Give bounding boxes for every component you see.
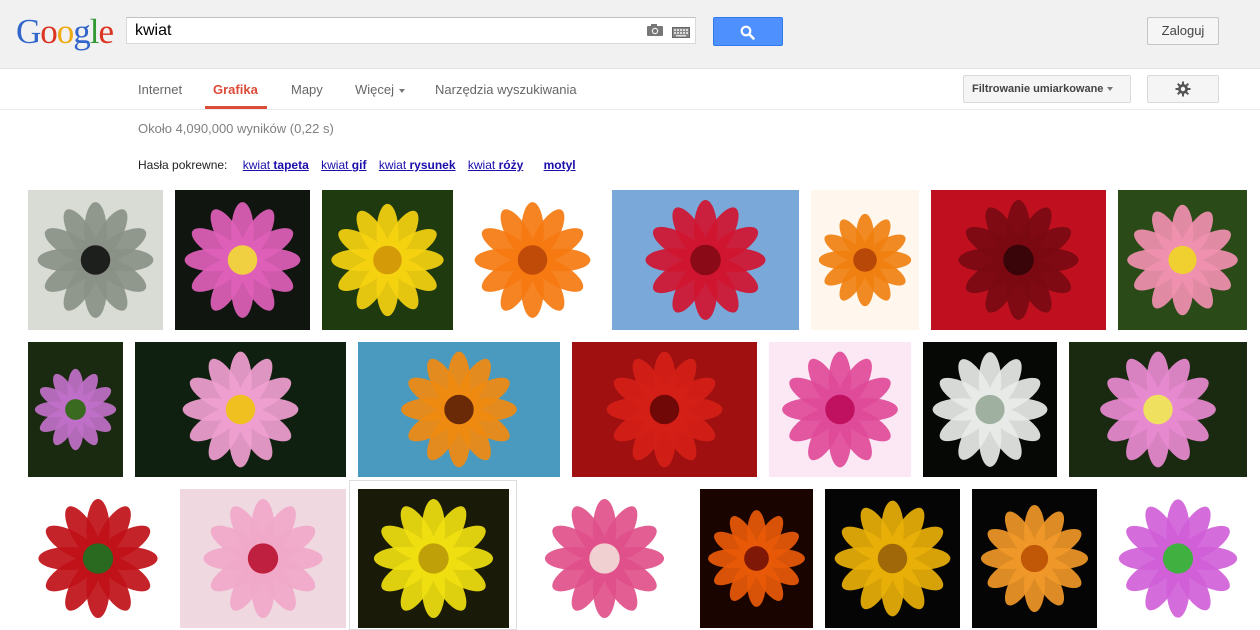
search-input[interactable] bbox=[135, 21, 635, 41]
logo-letter: G bbox=[16, 12, 41, 51]
image-result[interactable] bbox=[700, 489, 813, 628]
image-result[interactable] bbox=[769, 342, 911, 477]
orange-rose-image bbox=[972, 489, 1097, 628]
logo-letter: g bbox=[73, 12, 90, 51]
logo-letter: o bbox=[56, 12, 74, 51]
logo-letter: o bbox=[40, 12, 57, 51]
tab-more[interactable]: Więcej bbox=[355, 82, 406, 97]
image-result[interactable] bbox=[1069, 342, 1247, 477]
search-box[interactable] bbox=[126, 17, 696, 44]
related-link[interactable]: kwiat róży bbox=[468, 158, 523, 172]
active-tab-indicator bbox=[205, 106, 267, 109]
purple-buds-image bbox=[28, 342, 123, 477]
pink-star-flower-image bbox=[769, 342, 911, 477]
keyboard-icon[interactable] bbox=[672, 25, 690, 38]
tab-internet[interactable]: Internet bbox=[138, 82, 182, 97]
fire-gerbera-image bbox=[700, 489, 813, 628]
image-result[interactable] bbox=[28, 190, 163, 330]
image-result[interactable] bbox=[825, 489, 960, 628]
search-button[interactable] bbox=[713, 17, 783, 46]
image-result[interactable] bbox=[521, 489, 688, 628]
safesearch-dropdown[interactable]: Filtrowanie umiarkowane bbox=[963, 75, 1131, 103]
image-result[interactable] bbox=[1109, 489, 1247, 628]
related-searches: Hasła pokrewne: kwiat tapeta kwiat gif k… bbox=[138, 158, 576, 172]
glitter-lotus-image bbox=[1109, 489, 1247, 628]
settings-button[interactable] bbox=[1147, 75, 1219, 103]
image-result[interactable] bbox=[931, 190, 1106, 330]
pink-lily-image bbox=[1069, 342, 1247, 477]
image-result[interactable] bbox=[572, 342, 757, 477]
dark-red-rose-image bbox=[931, 190, 1106, 330]
camera-icon[interactable] bbox=[646, 23, 664, 37]
tab-images[interactable]: Grafika bbox=[213, 82, 258, 97]
search-icon bbox=[740, 25, 755, 40]
yellow-rose-image bbox=[825, 489, 960, 628]
yellow-daisy-image bbox=[322, 190, 453, 330]
logo-letter: e bbox=[98, 12, 115, 51]
tab-maps[interactable]: Mapy bbox=[291, 82, 323, 97]
orange-gerbera-drops-image bbox=[811, 190, 919, 330]
google-logo[interactable]: Google bbox=[16, 12, 115, 52]
chevron-down-icon bbox=[1107, 87, 1114, 92]
related-link[interactable]: kwiat tapeta bbox=[243, 158, 309, 172]
image-result[interactable] bbox=[180, 489, 346, 628]
pink-orchid-image bbox=[521, 489, 688, 628]
image-result[interactable] bbox=[322, 190, 453, 330]
result-stats: Około 4,090,000 wyników (0,22 s) bbox=[138, 121, 334, 136]
gear-icon bbox=[1175, 81, 1191, 97]
related-label: Hasła pokrewne: bbox=[138, 158, 228, 172]
related-link[interactable]: motyl bbox=[544, 158, 576, 172]
image-result[interactable] bbox=[972, 489, 1097, 628]
orange-gerbera-image bbox=[465, 190, 600, 330]
safesearch-label: Filtrowanie umiarkowane bbox=[972, 83, 1104, 95]
image-result[interactable] bbox=[135, 342, 346, 477]
related-link[interactable]: kwiat gif bbox=[321, 158, 366, 172]
chevron-down-icon bbox=[399, 88, 406, 93]
orange-gerbera-macro-image bbox=[358, 342, 560, 477]
image-result[interactable] bbox=[358, 489, 509, 628]
yellow-adonis-image bbox=[358, 489, 509, 628]
pink-hibiscus-image bbox=[180, 489, 346, 628]
image-result[interactable] bbox=[28, 489, 168, 628]
white-lilies-image bbox=[923, 342, 1057, 477]
image-result[interactable] bbox=[811, 190, 919, 330]
image-result[interactable] bbox=[175, 190, 310, 330]
tab-more-label: Więcej bbox=[355, 82, 395, 97]
red-rose-close-image bbox=[572, 342, 757, 477]
related-link[interactable]: kwiat rysunek bbox=[379, 158, 456, 172]
red-rose-image bbox=[612, 190, 799, 330]
image-result[interactable] bbox=[923, 342, 1057, 477]
image-result[interactable] bbox=[465, 190, 600, 330]
signin-button[interactable]: Zaloguj bbox=[1147, 17, 1219, 45]
tab-search-tools[interactable]: Narzędzia wyszukiwania bbox=[435, 82, 577, 97]
image-result[interactable] bbox=[612, 190, 799, 330]
image-result[interactable] bbox=[28, 342, 123, 477]
grey-sunflower-image bbox=[28, 190, 163, 330]
image-result[interactable] bbox=[358, 342, 560, 477]
pink-wild-rose-image bbox=[135, 342, 346, 477]
pink-water-lily-image bbox=[175, 190, 310, 330]
pink-camellia-image bbox=[1118, 190, 1247, 330]
image-result[interactable] bbox=[1118, 190, 1247, 330]
single-red-rose-image bbox=[28, 489, 168, 628]
logo-letter: l bbox=[89, 12, 100, 51]
